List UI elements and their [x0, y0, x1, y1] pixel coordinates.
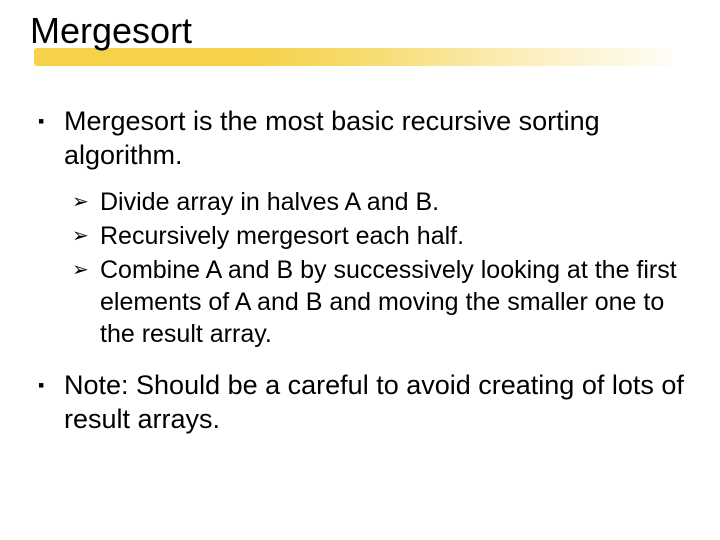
bullet-text: Recursively mergesort each half. [100, 220, 464, 252]
slide-title: Mergesort [30, 10, 690, 52]
title-region: Mergesort [30, 10, 690, 52]
bullet-level2: ➢ Divide array in halves A and B. [72, 186, 690, 218]
bullet-text: Mergesort is the most basic recursive so… [64, 104, 690, 172]
bullet-text: Combine A and B by successively looking … [100, 254, 690, 350]
arrow-bullet-icon: ➢ [72, 220, 100, 252]
square-bullet-icon: ▪ [38, 368, 64, 436]
bullet-level2: ➢ Recursively mergesort each half. [72, 220, 690, 252]
bullet-level1: ▪ Mergesort is the most basic recursive … [38, 104, 690, 172]
bullet-level2: ➢ Combine A and B by successively lookin… [72, 254, 690, 350]
bullet-level1: ▪ Note: Should be a careful to avoid cre… [38, 368, 690, 436]
slide-body: ▪ Mergesort is the most basic recursive … [30, 104, 690, 436]
arrow-bullet-icon: ➢ [72, 254, 100, 350]
bullet-text: Note: Should be a careful to avoid creat… [64, 368, 690, 436]
arrow-bullet-icon: ➢ [72, 186, 100, 218]
square-bullet-icon: ▪ [38, 104, 64, 172]
bullet-text: Divide array in halves A and B. [100, 186, 439, 218]
